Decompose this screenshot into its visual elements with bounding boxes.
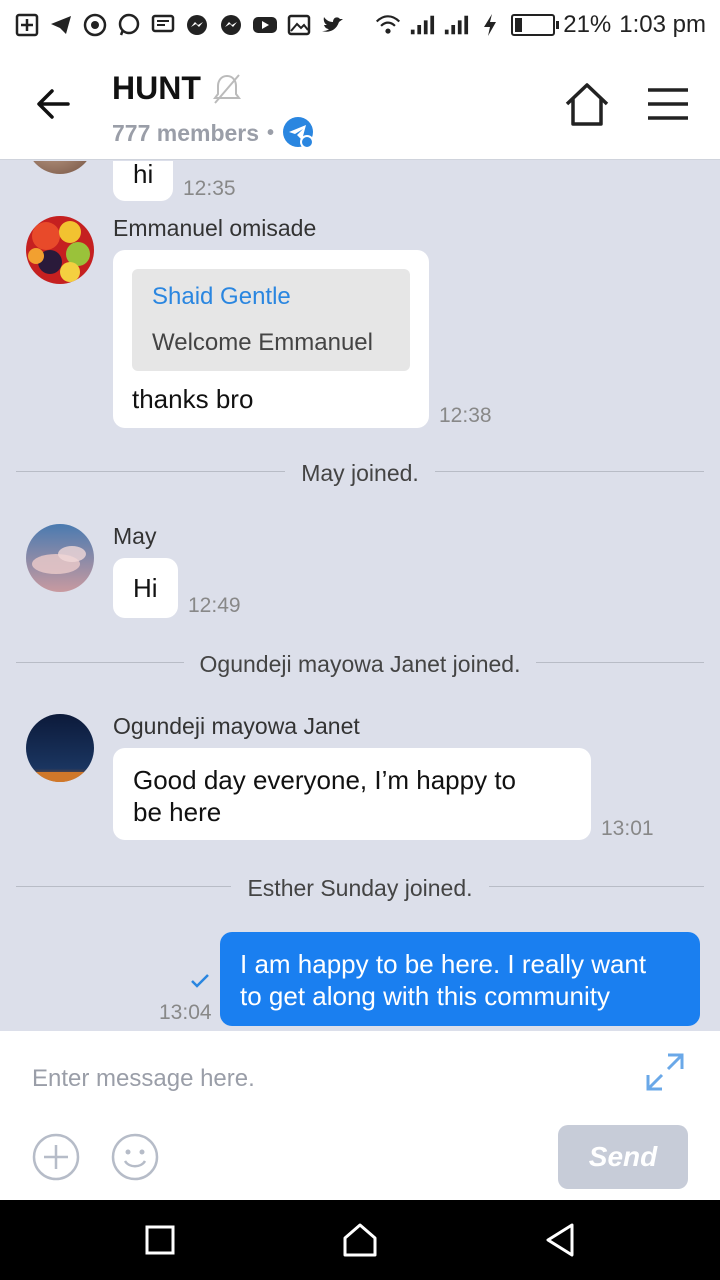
wifi-icon xyxy=(375,12,401,38)
member-count: 777 members xyxy=(112,119,260,146)
chat-header: HUNT 777 members • xyxy=(0,50,720,160)
whatsapp-icon xyxy=(116,12,142,38)
smiley-icon xyxy=(111,1133,159,1181)
system-message-text: May joined. xyxy=(285,460,435,486)
message-text-line: Good day everyone, I’m happy to xyxy=(133,765,517,795)
member-count-row: 777 members • xyxy=(112,116,316,150)
back-nav-button[interactable] xyxy=(540,1220,580,1260)
night-avatar-image xyxy=(26,714,94,782)
message-icon xyxy=(150,12,176,38)
message-text-line: be here xyxy=(133,797,222,827)
system-message-text: Esther Sunday joined. xyxy=(231,875,489,901)
battery-percent: 21% xyxy=(563,11,612,38)
message-text: thanks bro xyxy=(132,384,254,414)
quoted-text: Welcome Emmanuel xyxy=(152,329,373,356)
message-time: 13:04 xyxy=(159,1001,212,1024)
clock: 1:03 pm xyxy=(619,11,706,38)
message-input[interactable] xyxy=(32,1061,612,1097)
message-bubble[interactable]: hi xyxy=(113,161,173,201)
triangle-back-icon xyxy=(546,1223,574,1257)
message-text-line: to get along with this community xyxy=(240,981,610,1011)
youtube-icon xyxy=(252,12,278,38)
menu-button[interactable] xyxy=(646,86,690,122)
message-text-line: I am happy to be here. I really want xyxy=(240,949,647,979)
plus-circle-icon xyxy=(32,1133,80,1181)
muted-bell-icon xyxy=(212,73,241,104)
separator-dot: • xyxy=(267,121,275,144)
message-time: 12:35 xyxy=(183,177,236,200)
home-outline-icon xyxy=(343,1223,377,1257)
group-name: HUNT xyxy=(112,70,201,106)
message-bubble[interactable]: Hi xyxy=(113,558,178,618)
send-button[interactable]: Send xyxy=(558,1125,688,1189)
group-title[interactable]: HUNT xyxy=(112,70,243,107)
system-message: Ogundeji mayowa Janet joined. xyxy=(0,651,720,678)
chat-messages[interactable]: hi 12:35 Emmanuel omisade Shaid Gentle W… xyxy=(0,161,720,1031)
emoji-button[interactable] xyxy=(111,1133,159,1181)
sender-name: May xyxy=(113,523,157,549)
signal-icon xyxy=(409,12,435,38)
composer: Send xyxy=(0,1031,720,1200)
twitter-icon xyxy=(320,12,346,38)
avatar[interactable] xyxy=(26,161,94,174)
message-text: Hi xyxy=(133,573,158,603)
hamburger-menu-icon xyxy=(648,88,688,120)
expand-icon xyxy=(646,1053,684,1091)
message-time: 12:38 xyxy=(439,404,492,427)
home-icon xyxy=(565,83,609,126)
message-time: 13:01 xyxy=(601,817,654,840)
message-bubble[interactable]: Good day everyone, I’m happy to be here xyxy=(113,748,591,840)
plus-box-icon xyxy=(14,12,40,38)
avatar[interactable] xyxy=(26,714,94,782)
charging-icon xyxy=(477,12,503,38)
messenger-icon xyxy=(218,12,244,38)
back-button[interactable] xyxy=(32,82,76,126)
arrow-left-icon xyxy=(37,89,70,119)
notification-icons xyxy=(14,12,346,38)
home-nav-button[interactable] xyxy=(340,1220,380,1260)
own-message-bubble[interactable]: I am happy to be here. I really want to … xyxy=(220,932,700,1026)
quoted-sender: Shaid Gentle xyxy=(152,283,291,310)
recent-apps-button[interactable] xyxy=(140,1220,180,1260)
app-icon xyxy=(82,12,108,38)
expand-button[interactable] xyxy=(644,1051,686,1093)
check-icon xyxy=(191,974,209,988)
battery-icon xyxy=(511,14,560,36)
telegram-badge-icon xyxy=(283,117,315,149)
message-time: 12:49 xyxy=(188,594,241,617)
sender-name: Ogundeji mayowa Janet xyxy=(113,713,360,739)
fruit-avatar-image xyxy=(26,216,94,284)
avatar[interactable] xyxy=(26,216,94,284)
system-message-text: Ogundeji mayowa Janet joined. xyxy=(183,651,537,677)
messenger-icon xyxy=(184,12,210,38)
status-bar: 21% 1:03 pm xyxy=(0,0,720,50)
message-bubble[interactable]: Shaid Gentle Welcome Emmanuel thanks bro xyxy=(113,250,429,428)
avatar[interactable] xyxy=(26,524,94,592)
square-icon xyxy=(145,1225,175,1255)
gallery-icon xyxy=(286,12,312,38)
signal-icon xyxy=(443,12,469,38)
system-message: Esther Sunday joined. xyxy=(0,875,720,902)
quoted-message[interactable]: Shaid Gentle Welcome Emmanuel xyxy=(132,269,410,371)
sky-avatar-image xyxy=(26,524,94,592)
sender-name: Emmanuel omisade xyxy=(113,215,317,241)
system-message: May joined. xyxy=(0,460,720,487)
home-button[interactable] xyxy=(562,80,612,128)
system-nav-bar xyxy=(0,1200,720,1280)
attach-button[interactable] xyxy=(32,1133,80,1181)
message-text: hi xyxy=(133,161,154,189)
telegram-icon xyxy=(48,12,74,38)
